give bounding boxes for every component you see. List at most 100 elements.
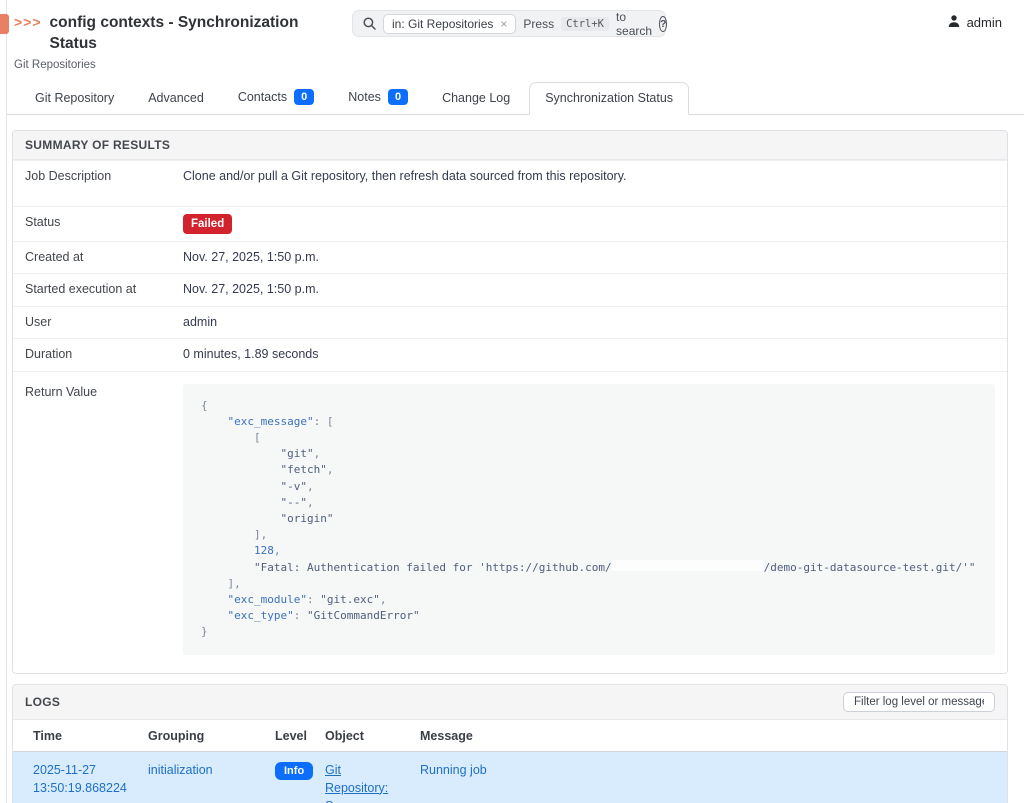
search-help-icon[interactable]: ? bbox=[659, 16, 667, 32]
code-line: "git", bbox=[201, 446, 977, 462]
breadcrumb[interactable]: Git Repositories bbox=[14, 59, 1004, 71]
log-time-clock: 13:50:19.868224 bbox=[33, 779, 128, 797]
logs-header-row: TimeGroupingLevelObjectMessage bbox=[13, 720, 1007, 752]
summary-row-started: Started execution at Nov. 27, 2025, 1:50… bbox=[13, 273, 1007, 306]
row-label: User bbox=[25, 314, 183, 329]
tab-change-log[interactable]: Change Log bbox=[427, 83, 525, 114]
row-value: 0 minutes, 1.89 seconds bbox=[183, 346, 995, 364]
summary-row-status: Status Failed bbox=[13, 206, 1007, 241]
code-token: , bbox=[307, 496, 314, 509]
logs-column-header-message: Message bbox=[410, 720, 1007, 752]
collapsed-sidebar-rail bbox=[0, 0, 7, 803]
code-token bbox=[201, 561, 254, 574]
code-token: ], bbox=[201, 577, 241, 590]
log-time-date: 2025-11-27 bbox=[33, 761, 128, 779]
code-line: "exc_message": [ bbox=[201, 414, 977, 430]
code-token: , bbox=[307, 480, 314, 493]
code-line: { bbox=[201, 398, 977, 414]
code-token: ], bbox=[201, 528, 267, 541]
row-label: Return Value bbox=[25, 384, 183, 399]
logs-column-header-grouping: Grouping bbox=[138, 720, 265, 752]
tab-synchronization-status[interactable]: Synchronization Status bbox=[529, 82, 689, 115]
tab-label: Synchronization Status bbox=[545, 91, 673, 105]
sidebar-toggle[interactable] bbox=[0, 14, 9, 34]
summary-panel-title: SUMMARY OF RESULTS bbox=[25, 138, 170, 152]
user-name: admin bbox=[967, 15, 1002, 30]
log-message-text: Running job bbox=[420, 763, 487, 777]
code-token: "origin" bbox=[280, 512, 333, 525]
code-line: 128, bbox=[201, 543, 977, 559]
tab-advanced[interactable]: Advanced bbox=[133, 83, 219, 114]
chip-close-icon[interactable]: × bbox=[500, 18, 507, 30]
logs-table: TimeGroupingLevelObjectMessage 2025-11-2… bbox=[13, 720, 1007, 803]
code-token: "git.exc" bbox=[320, 593, 380, 606]
user-menu[interactable]: admin bbox=[947, 14, 1002, 31]
code-token: "exc_type" bbox=[228, 609, 294, 622]
row-label: Duration bbox=[25, 346, 183, 361]
summary-row-return-value: Return Value { "exc_message": [ [ "git",… bbox=[13, 371, 1007, 673]
log-level: Info bbox=[265, 751, 315, 803]
code-token: "-v" bbox=[280, 480, 307, 493]
row-label: Job Description bbox=[25, 168, 183, 183]
log-filter-input[interactable] bbox=[843, 692, 995, 712]
row-label: Created at bbox=[25, 249, 183, 264]
code-token bbox=[201, 609, 228, 622]
code-token bbox=[201, 447, 280, 460]
page: >>> config contexts - Synchronization St… bbox=[0, 0, 1024, 803]
tab-count-badge: 0 bbox=[294, 89, 314, 105]
tab-notes[interactable]: Notes0 bbox=[333, 81, 423, 114]
ctrl-k-kbd: Ctrl+K bbox=[561, 17, 609, 31]
logs-panel-title: LOGS bbox=[25, 695, 60, 709]
code-line: "-v", bbox=[201, 479, 977, 495]
code-token bbox=[201, 496, 280, 509]
log-grouping: initialization bbox=[138, 751, 265, 803]
code-token: , bbox=[327, 463, 334, 476]
code-line: [ bbox=[201, 430, 977, 446]
page-title: config contexts - Synchronization Status bbox=[50, 12, 300, 54]
summary-row-job-description: Job Description Clone and/or pull a Git … bbox=[13, 160, 1007, 206]
tab-git-repository[interactable]: Git Repository bbox=[20, 83, 129, 114]
code-token: "git" bbox=[280, 447, 313, 460]
code-line: } bbox=[201, 624, 977, 640]
row-value: Nov. 27, 2025, 1:50 p.m. bbox=[183, 249, 995, 267]
row-value: Failed bbox=[183, 214, 995, 234]
tab-label: Notes bbox=[348, 90, 381, 104]
code-token: , bbox=[380, 593, 387, 606]
code-token: "exc_module" bbox=[228, 593, 307, 606]
log-message: Running job bbox=[410, 751, 1007, 803]
tab-label: Change Log bbox=[442, 91, 510, 105]
breadcrumb-chevrons-icon: >>> bbox=[14, 12, 42, 33]
code-token: [ bbox=[201, 431, 261, 444]
code-token bbox=[201, 480, 280, 493]
status-badge: Failed bbox=[183, 214, 232, 234]
tab-bar: Git RepositoryAdvancedContacts0Notes0Cha… bbox=[0, 81, 1024, 115]
tab-contacts[interactable]: Contacts0 bbox=[223, 81, 329, 114]
tab-label: Advanced bbox=[148, 91, 204, 105]
row-label: Started execution at bbox=[25, 281, 183, 296]
global-search-bar[interactable]: in: Git Repositories × Press Ctrl+K to s… bbox=[352, 10, 666, 37]
return-value-code: { "exc_message": [ [ "git", "fetch", "-v… bbox=[183, 384, 995, 655]
code-line: ], bbox=[201, 576, 977, 592]
code-token: /demo-git-datasource-test.git/'" bbox=[764, 561, 976, 574]
code-line: "Fatal: Authentication failed for 'https… bbox=[201, 560, 977, 576]
summary-row-created: Created at Nov. 27, 2025, 1:50 p.m. bbox=[13, 241, 1007, 274]
logs-column-header-object: Object bbox=[315, 720, 410, 752]
code-token: : bbox=[307, 593, 320, 606]
logs-panel-header: LOGS bbox=[13, 685, 1007, 720]
log-object-link[interactable]: Git Repository: Sync bbox=[325, 763, 388, 803]
search-hint-press: Press bbox=[523, 17, 554, 31]
summary-panel-header: SUMMARY OF RESULTS bbox=[13, 131, 1007, 160]
code-token bbox=[201, 512, 280, 525]
code-token: } bbox=[201, 625, 208, 638]
code-token bbox=[201, 415, 228, 428]
code-line: "origin" bbox=[201, 511, 977, 527]
tab-label: Git Repository bbox=[35, 91, 114, 105]
log-object: Git Repository: Sync bbox=[315, 751, 410, 803]
code-token: , bbox=[274, 544, 281, 557]
log-row: 2025-11-2713:50:19.868224 initializationI… bbox=[13, 751, 1007, 803]
logs-panel: LOGS TimeGroupingLevelObjectMessage 2025… bbox=[12, 684, 1008, 803]
search-scope-chip[interactable]: in: Git Repositories × bbox=[383, 14, 516, 34]
code-line: "fetch", bbox=[201, 462, 977, 478]
row-value: Nov. 27, 2025, 1:50 p.m. bbox=[183, 281, 995, 299]
page-header: >>> config contexts - Synchronization St… bbox=[0, 0, 1024, 71]
